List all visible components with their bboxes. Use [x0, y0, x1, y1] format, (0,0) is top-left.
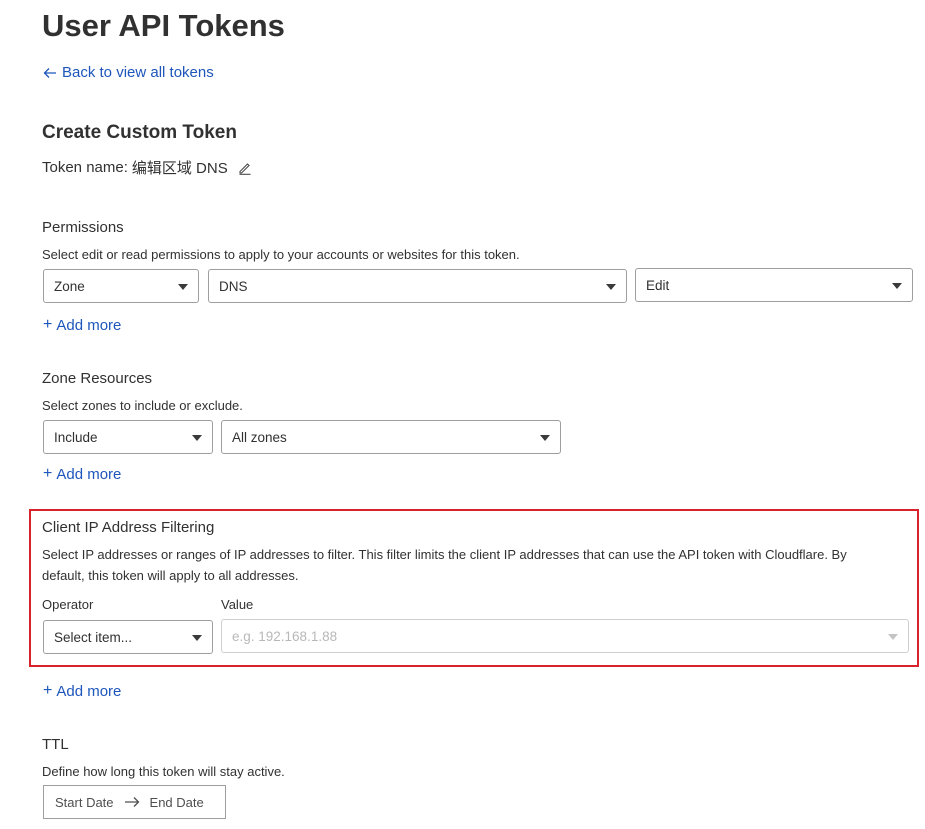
- permission-scope-select[interactable]: Zone: [43, 269, 199, 303]
- value-label: Value: [221, 597, 253, 612]
- token-name-label: Token name:: [42, 159, 128, 176]
- page-title: User API Tokens: [42, 6, 285, 46]
- edit-token-name-button[interactable]: [238, 161, 252, 175]
- arrow-right-icon: [124, 796, 140, 808]
- back-link[interactable]: Back to view all tokens: [43, 64, 214, 81]
- add-more-label: Add more: [56, 317, 121, 334]
- zone-target-value: All zones: [232, 430, 287, 445]
- ttl-date-range-picker[interactable]: Start Date End Date: [43, 785, 226, 819]
- back-link-label: Back to view all tokens: [62, 64, 214, 81]
- plus-icon: +: [43, 682, 52, 700]
- add-more-label: Add more: [56, 683, 121, 700]
- ip-value-input[interactable]: e.g. 192.168.1.88: [221, 619, 909, 653]
- zone-mode-select[interactable]: Include: [43, 420, 213, 454]
- plus-icon: +: [43, 465, 52, 483]
- chevron-down-icon: [540, 435, 550, 441]
- ttl-title: TTL: [42, 736, 69, 753]
- zone-mode-value: Include: [54, 430, 98, 445]
- ip-filtering-description-line2: default, this token will apply to all ad…: [42, 568, 299, 583]
- zone-resources-add-more-button[interactable]: + Add more: [43, 465, 121, 483]
- chevron-down-icon: [178, 284, 188, 290]
- zone-resources-description: Select zones to include or exclude.: [42, 398, 243, 413]
- operator-select[interactable]: Select item...: [43, 620, 213, 654]
- permission-scope-value: Zone: [54, 279, 85, 294]
- token-name-row: Token name: 编辑区域 DNS: [42, 157, 252, 178]
- ttl-start-date: Start Date: [55, 795, 114, 810]
- ttl-end-date: End Date: [150, 795, 204, 810]
- permission-resource-select[interactable]: DNS: [208, 269, 627, 303]
- ip-value-placeholder: e.g. 192.168.1.88: [232, 629, 337, 644]
- chevron-down-icon: [606, 284, 616, 290]
- ip-filtering-add-more-button[interactable]: + Add more: [43, 682, 121, 700]
- arrow-left-icon: [43, 67, 57, 79]
- permission-access-select[interactable]: Edit: [635, 268, 913, 302]
- add-more-label: Add more: [56, 466, 121, 483]
- chevron-down-icon: [892, 283, 902, 289]
- permission-resource-value: DNS: [219, 279, 248, 294]
- chevron-down-icon: [192, 435, 202, 441]
- permissions-add-more-button[interactable]: + Add more: [43, 316, 121, 334]
- zone-resources-title: Zone Resources: [42, 370, 152, 387]
- permission-access-value: Edit: [646, 278, 669, 293]
- form-heading: Create Custom Token: [42, 121, 237, 145]
- token-name-value: 编辑区域 DNS: [132, 157, 228, 178]
- plus-icon: +: [43, 316, 52, 334]
- operator-label: Operator: [42, 597, 93, 612]
- chevron-down-icon: [888, 634, 898, 640]
- ip-filtering-description-line1: Select IP addresses or ranges of IP addr…: [42, 547, 847, 562]
- zone-target-select[interactable]: All zones: [221, 420, 561, 454]
- operator-placeholder: Select item...: [54, 630, 132, 645]
- pencil-icon: [238, 161, 252, 175]
- ip-filtering-title: Client IP Address Filtering: [42, 519, 214, 536]
- chevron-down-icon: [192, 635, 202, 641]
- permissions-title: Permissions: [42, 219, 124, 236]
- permissions-description: Select edit or read permissions to apply…: [42, 247, 520, 262]
- ttl-description: Define how long this token will stay act…: [42, 764, 285, 779]
